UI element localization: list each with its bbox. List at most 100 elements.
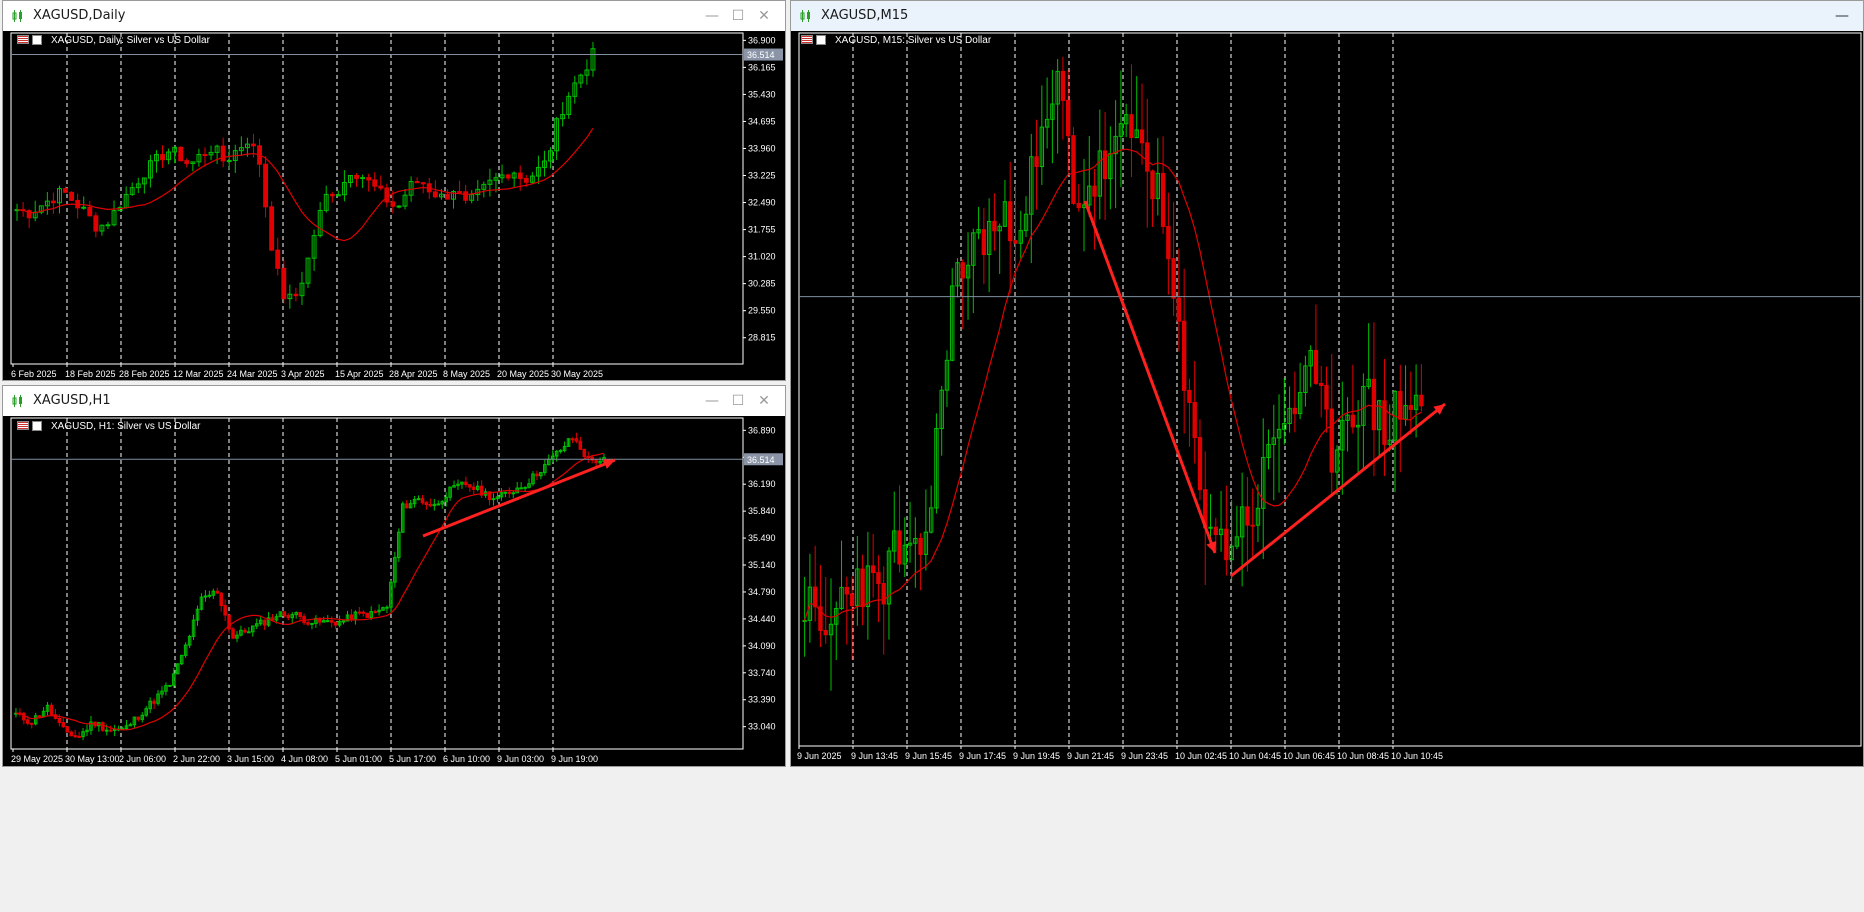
candle-body (101, 722, 105, 731)
time-tick-label: 9 Jun 15:45 (905, 751, 952, 761)
candle-body (87, 206, 93, 217)
candle-body (349, 614, 354, 621)
chart-overlay-label: XAGUSD, Daily: Silver vs US Dollar (51, 35, 210, 46)
window-m15: XAGUSD,M15 — 9 Jun 2025 9 Jun 13:45 9 Jun … (790, 0, 1864, 767)
candle-body (491, 498, 496, 501)
candle (381, 606, 385, 611)
price-tick-label: 30.285 (748, 279, 776, 289)
candle-body (1192, 401, 1197, 439)
candle-body (1150, 170, 1155, 200)
candle-body (981, 229, 987, 256)
candle-body (1319, 382, 1324, 386)
price-tick-label: 36.190 (748, 479, 776, 489)
candle-body (1408, 405, 1414, 410)
us-flag-icon (17, 35, 29, 44)
chart-type-icon (816, 35, 826, 45)
time-tick-label: 15 Apr 2025 (335, 369, 384, 379)
chart-m15[interactable]: 9 Jun 2025 9 Jun 13:45 9 Jun 15:45 9 Jun 17… (791, 31, 1863, 766)
candle-body (1008, 201, 1013, 242)
price-tick-label: 34.695 (748, 116, 776, 126)
candle-body (152, 700, 156, 704)
candle-body (523, 486, 527, 489)
time-tick-label: 9 Jun 21:45 (1067, 751, 1114, 761)
candle-body (215, 590, 220, 594)
candle-body (357, 611, 362, 614)
candle-body (1176, 297, 1182, 322)
price-tick-label: 34.790 (748, 587, 776, 597)
minimize-icon[interactable]: — (701, 6, 723, 26)
price-tick-label: 36.890 (748, 425, 776, 435)
chart-daily[interactable]: 36.900 36.165 35.430 34.695 33.960 33.225 32.4… (3, 31, 785, 380)
candle-body (519, 487, 523, 490)
candle-body (333, 621, 338, 626)
candle-body (1245, 506, 1250, 526)
close-icon[interactable]: ✕ (753, 6, 775, 26)
candle (365, 612, 369, 618)
candle-body (1313, 349, 1319, 384)
candle-body (29, 722, 34, 725)
candle-body (1013, 240, 1018, 244)
candle-body (325, 620, 330, 623)
candle-body (49, 704, 54, 716)
candle-body (1171, 258, 1176, 299)
candle-body (207, 594, 212, 597)
time-tick-label: 10 Jun 06:45 (1283, 751, 1335, 761)
candle (278, 611, 283, 618)
candle-body (1187, 389, 1192, 403)
symbol-icons (801, 35, 826, 45)
candle-body (1145, 142, 1150, 172)
window-titlebar[interactable]: XAGUSD,Daily — ☐ ✕ (3, 1, 785, 31)
window-titlebar[interactable]: XAGUSD,M15 — (791, 1, 1863, 31)
candle-body (897, 530, 902, 565)
us-flag-icon (17, 421, 29, 430)
candle-body (1213, 526, 1218, 536)
chart-type-icon (32, 35, 42, 45)
price-tick-label: 35.490 (748, 533, 776, 543)
candle-body (178, 146, 184, 162)
candle-body (594, 459, 598, 464)
candle-body (220, 145, 226, 162)
candle-body (870, 565, 876, 574)
candle-body (57, 717, 62, 724)
minimize-icon[interactable]: — (1831, 6, 1853, 26)
time-tick-label: 2 Jun 06:00 (119, 754, 166, 764)
maximize-icon[interactable]: ☐ (727, 391, 749, 411)
chart-h1[interactable]: 36.89036.54036.19035.84035.49035.14034.7… (3, 416, 785, 766)
candle-body (1129, 114, 1134, 139)
candle-body (457, 191, 463, 194)
candle (393, 551, 397, 588)
candle-body (251, 143, 256, 147)
price-tick-label: 36.900 (748, 35, 776, 45)
time-tick-label: 2 Jun 22:00 (173, 754, 220, 764)
candle-body (310, 622, 314, 625)
time-tick-label: 9 Jun 19:45 (1013, 751, 1060, 761)
candle-body (507, 491, 512, 494)
maximize-icon[interactable]: ☐ (727, 6, 749, 26)
candle-body (1208, 526, 1213, 529)
candle-body (1350, 414, 1356, 428)
candle-body (424, 502, 429, 505)
candle-body (396, 205, 402, 208)
price-tick-label: 35.430 (748, 89, 776, 99)
candle (168, 684, 172, 688)
candle-body (354, 175, 359, 179)
chart-app-icon (800, 10, 810, 22)
time-tick-label: 3 Jun 15:00 (227, 754, 274, 764)
candle-body (420, 182, 426, 185)
candle-body (517, 172, 523, 179)
close-icon[interactable]: ✕ (753, 391, 775, 411)
time-tick-label: 10 Jun 08:45 (1337, 751, 1389, 761)
candle-body (160, 154, 165, 161)
candle-body (104, 729, 109, 732)
window-titlebar[interactable]: XAGUSD,H1 — ☐ ✕ (3, 386, 785, 416)
last-price-label: 36.514 (747, 455, 775, 465)
time-tick-label: 12 Mar 2025 (173, 369, 224, 379)
candle-body (69, 731, 73, 737)
candle-body (918, 537, 923, 555)
symbol-icons (17, 35, 42, 45)
minimize-icon[interactable]: — (701, 391, 723, 411)
candle-body (93, 215, 99, 232)
candle-body (50, 200, 56, 204)
candle-body (404, 503, 409, 509)
time-tick-label: 9 Jun 13:45 (851, 751, 898, 761)
